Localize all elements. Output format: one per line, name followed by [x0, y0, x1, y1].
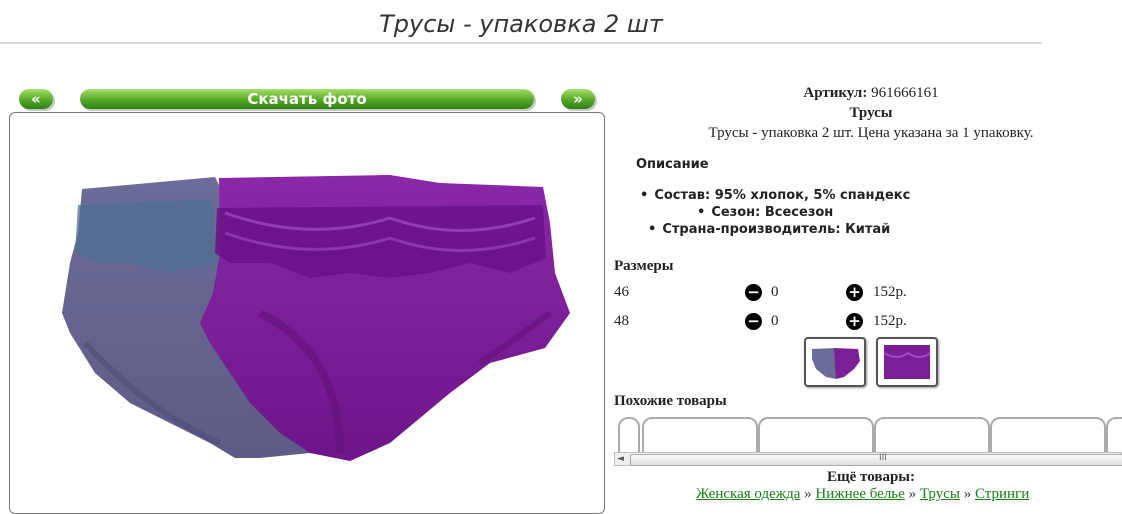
product-name: Трусы: [849, 105, 893, 121]
sizes-heading: Размеры: [614, 258, 674, 274]
feature-item: Страна-производитель: Китай: [648, 222, 890, 237]
size-price: 152р.: [873, 313, 907, 329]
horizontal-scrollbar[interactable]: ◄ III: [614, 452, 1122, 466]
more-link[interactable]: Нижнее белье: [815, 486, 904, 502]
size-price: 152р.: [873, 284, 907, 300]
plus-circle-icon[interactable]: +: [846, 284, 863, 301]
similar-card[interactable]: [874, 417, 990, 453]
page-title: Трусы - упаковка 2 шт: [379, 10, 663, 38]
product-image: [62, 175, 570, 461]
article-value: 961666161: [871, 85, 939, 101]
product-photo[interactable]: [9, 112, 605, 514]
similar-card[interactable]: [758, 417, 874, 453]
scrollbar-grip-icon: III: [879, 453, 887, 463]
similar-card[interactable]: [642, 417, 758, 453]
more-heading: Ещё товары:: [826, 469, 916, 485]
size-qty: 0: [771, 284, 779, 300]
similar-card[interactable]: [990, 417, 1106, 453]
plus-circle-icon[interactable]: +: [846, 313, 863, 330]
download-photo-button[interactable]: Скачать фото: [80, 89, 534, 109]
product-description: Трусы - упаковка 2 шт. Цена указана за 1…: [708, 125, 1034, 141]
more-link[interactable]: Трусы: [920, 486, 960, 502]
feature-item: Сезон: Всесезон: [697, 205, 833, 220]
similar-carousel[interactable]: [614, 415, 1122, 453]
scrollbar-thumb[interactable]: III: [630, 453, 1122, 466]
similar-card[interactable]: [618, 417, 640, 453]
feature-item: Состав: 95% хлопок, 5% спандекс: [640, 188, 910, 203]
minus-circle-icon[interactable]: −: [745, 313, 762, 330]
more-links: Женская одежда » Нижнее белье » Трусы » …: [696, 486, 1030, 502]
size-label: 46: [614, 284, 629, 300]
prev-photo-button[interactable]: «: [19, 89, 53, 109]
more-link[interactable]: Женская одежда: [696, 486, 800, 502]
size-qty: 0: [771, 313, 779, 329]
thumbnail-1[interactable]: [804, 337, 866, 387]
minus-circle-icon[interactable]: −: [745, 284, 762, 301]
similar-heading: Похожие товары: [614, 393, 727, 409]
features-heading: Описание: [636, 157, 709, 172]
next-photo-button[interactable]: »: [561, 89, 595, 109]
similar-card[interactable]: [1106, 417, 1122, 453]
size-row: 48 − 0 + 152р.: [614, 313, 934, 335]
size-label: 48: [614, 313, 629, 329]
more-link[interactable]: Стринги: [975, 486, 1029, 502]
article-label: Артикул:: [803, 85, 868, 101]
article-line: Артикул: 961666161: [611, 85, 1122, 102]
size-row: 46 − 0 + 152р.: [614, 284, 934, 306]
title-divider: [0, 42, 1042, 44]
thumbnail-2[interactable]: [876, 337, 938, 387]
scroll-left-icon[interactable]: ◄: [617, 453, 624, 465]
